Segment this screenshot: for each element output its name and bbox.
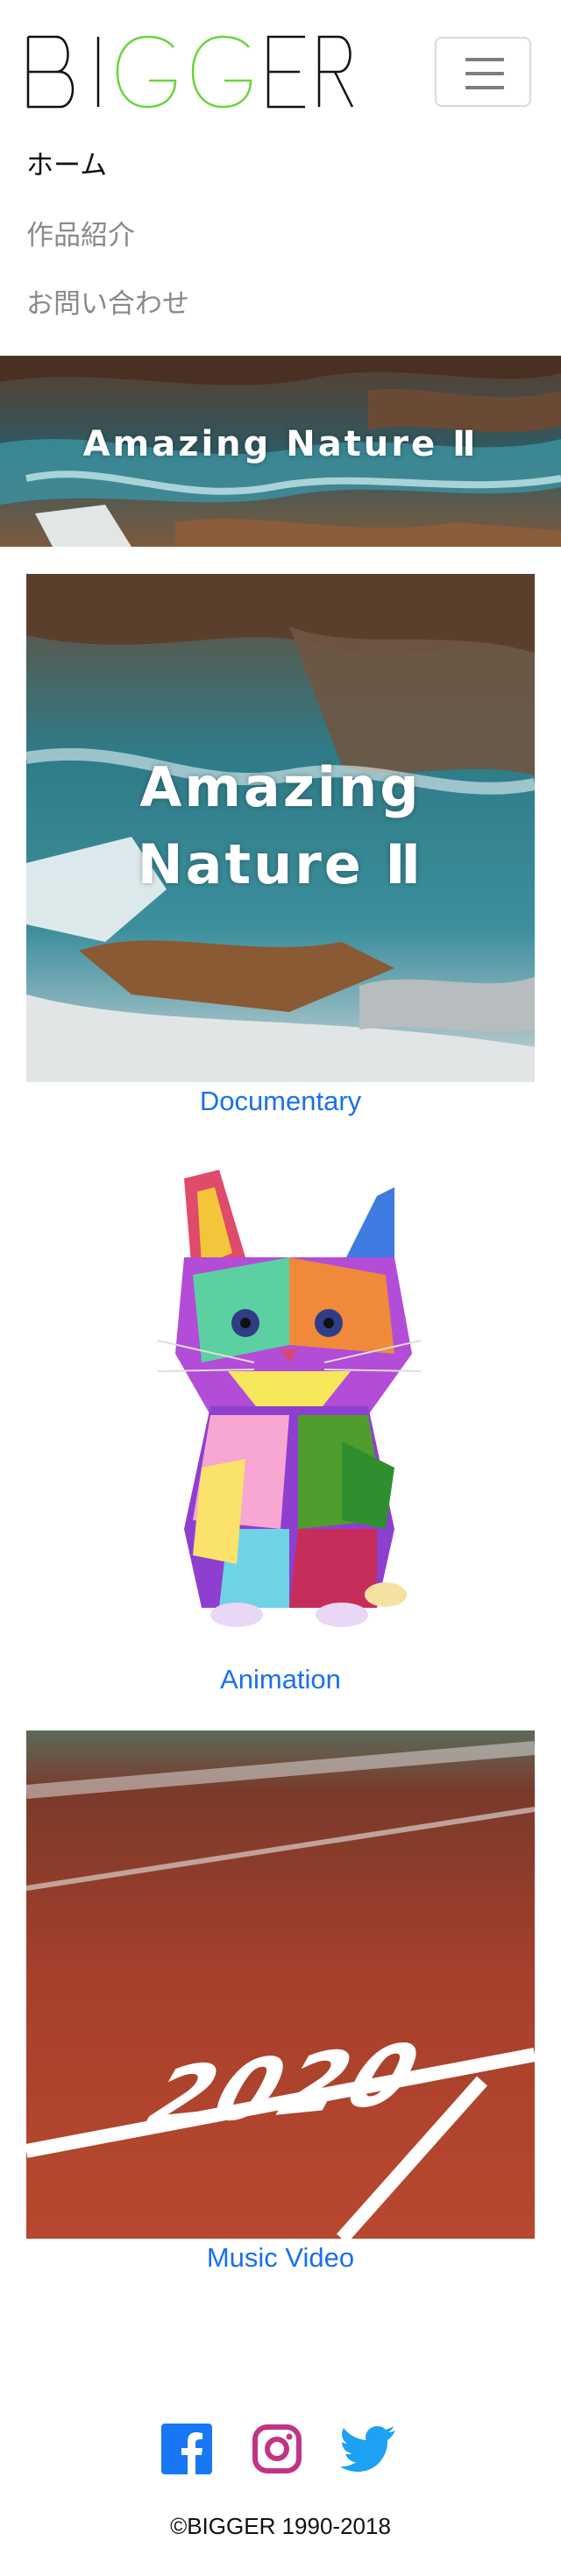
music-video-thumbnail[interactable]: 2020	[26, 1730, 535, 2239]
instagram-icon-graphic	[252, 2424, 302, 2473]
running-track-image	[26, 1730, 535, 2239]
animation-thumbnail[interactable]	[26, 1152, 535, 1660]
hero-title: Amazing Nature Ⅱ	[82, 424, 479, 464]
hero-banner: Amazing Nature Ⅱ	[0, 356, 561, 547]
documentary-link[interactable]: Documentary	[26, 1086, 535, 1117]
hamburger-icon-bar	[465, 72, 504, 75]
twitter-icon-graphic	[340, 2426, 395, 2472]
hamburger-icon	[465, 58, 504, 61]
documentary-title-line2: Nature Ⅱ	[137, 832, 424, 896]
instagram-icon[interactable]	[252, 2424, 304, 2476]
facebook-icon[interactable]	[161, 2424, 214, 2476]
work-card-animation[interactable]: Animation	[26, 1152, 535, 1695]
work-card-documentary[interactable]: Amazing Nature Ⅱ Documentary	[26, 574, 535, 1117]
colorful-cat-image	[26, 1152, 535, 1660]
facebook-icon-graphic	[161, 2424, 212, 2474]
nav-item-works[interactable]: 作品紹介	[26, 219, 135, 252]
documentary-title-line1: Amazing	[139, 755, 422, 819]
documentary-thumbnail[interactable]: Amazing Nature Ⅱ	[26, 574, 535, 1082]
logo-wordmark	[26, 35, 354, 109]
work-card-music-video[interactable]: 2020 Music Video	[26, 1730, 535, 2274]
hamburger-icon-bar	[465, 86, 504, 89]
music-video-link[interactable]: Music Video	[26, 2242, 535, 2274]
social-links	[0, 2424, 561, 2476]
menu-toggle-button[interactable]	[435, 37, 531, 107]
twitter-icon[interactable]	[340, 2424, 395, 2476]
copyright-text: ©BIGGER 1990-2018	[170, 2513, 391, 2539]
nav-item-home[interactable]: ホーム	[26, 149, 107, 182]
nav-item-contact[interactable]: お問い合わせ	[26, 287, 189, 321]
bigger-logo[interactable]	[26, 35, 355, 109]
navbar	[0, 0, 561, 123]
animation-link[interactable]: Animation	[26, 1664, 535, 1695]
